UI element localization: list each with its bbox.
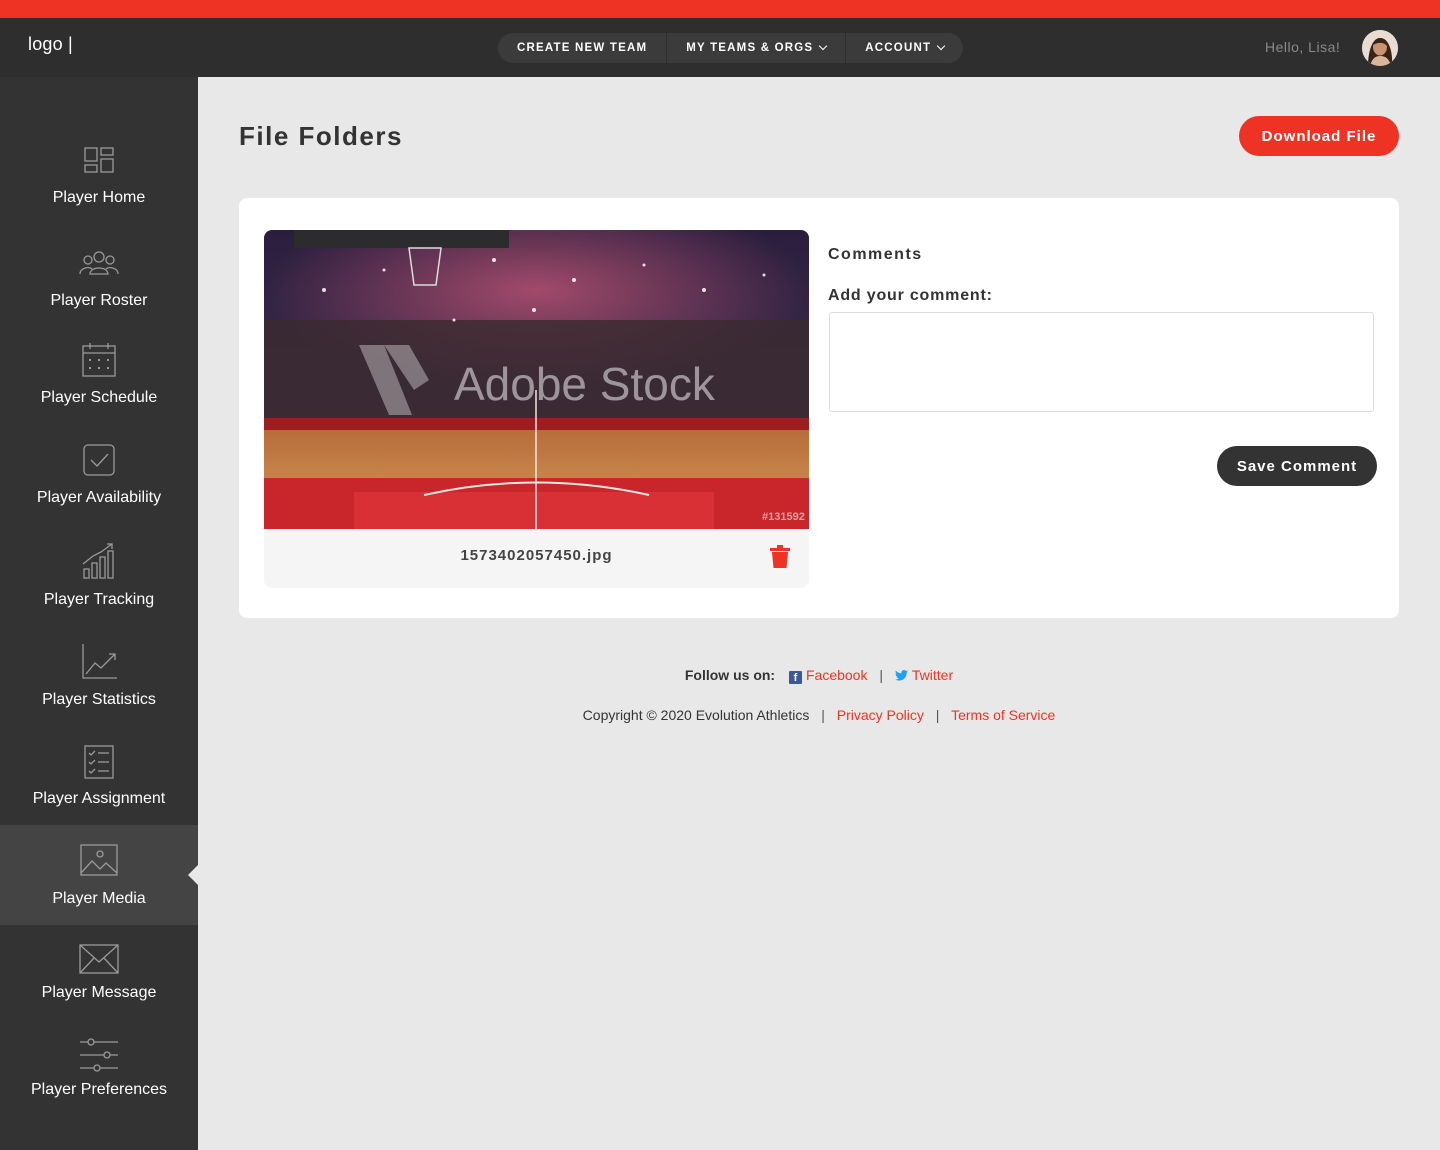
sidebar: Player Home Player Roster Player Schedul… [0, 77, 198, 1150]
top-navbar: logo | CREATE NEW TEAM MY TEAMS & ORGS A… [0, 18, 1440, 77]
checklist-icon [84, 745, 114, 779]
sidebar-item-label: Player Tracking [43, 591, 155, 608]
sidebar-item-label: Player Assignment [32, 790, 166, 807]
sidebar-item-label: Player Home [52, 189, 146, 206]
calendar-icon [82, 343, 116, 377]
image-icon [80, 844, 118, 876]
sidebar-item-player-availability[interactable]: Player Availability [0, 427, 198, 527]
dashboard-icon [84, 147, 114, 173]
sidebar-item-label: Player Media [52, 890, 146, 907]
nav-account[interactable]: ACCOUNT [845, 33, 963, 63]
copyright-text: Copyright © 2020 Evolution Athletics [582, 707, 810, 723]
sidebar-item-label: Player Preferences [30, 1081, 168, 1098]
nav-label: MY TEAMS & ORGS [686, 42, 814, 54]
sidebar-item-label: Player Schedule [40, 389, 158, 406]
chevron-down-icon [819, 41, 828, 51]
divider: | [935, 707, 940, 723]
nav-create-new-team[interactable]: CREATE NEW TEAM [498, 33, 666, 63]
sidebar-item-player-preferences[interactable]: Player Preferences [0, 1022, 198, 1122]
main-nav: CREATE NEW TEAM MY TEAMS & ORGS ACCOUNT [498, 33, 964, 63]
comments-title: Comments [828, 246, 923, 263]
add-comment-label: Add your comment: [828, 287, 993, 304]
sidebar-item-player-tracking[interactable]: Player Tracking [0, 529, 198, 629]
users-icon [79, 251, 119, 275]
bar-chart-icon [82, 543, 114, 579]
twitter-icon [894, 670, 908, 681]
watermark-text: Adobe Stock [454, 358, 716, 410]
comment-input[interactable] [829, 312, 1374, 412]
chevron-down-icon [936, 41, 946, 51]
sliders-icon [80, 1038, 118, 1072]
nav-my-teams-orgs[interactable]: MY TEAMS & ORGS [666, 33, 845, 63]
save-comment-button[interactable]: Save Comment [1217, 446, 1377, 486]
media-tile[interactable]: Adobe Stock #131592 1573402057450.jpg [264, 230, 809, 588]
user-greeting: Hello, Lisa! [1265, 39, 1341, 55]
sidebar-item-label: Player Message [41, 984, 157, 1001]
avatar[interactable] [1362, 30, 1398, 66]
twitter-link[interactable]: Twitter [912, 667, 953, 683]
follow-label: Follow us on: [684, 667, 776, 683]
media-thumbnail[interactable]: Adobe Stock #131592 [264, 230, 809, 529]
file-name: 1573402057450.jpg [460, 547, 613, 564]
social-links: Follow us on: f Facebook | Twitter [0, 667, 1440, 684]
sidebar-item-label: Player Roster [50, 292, 148, 309]
sidebar-item-player-message[interactable]: Player Message [0, 925, 198, 1025]
trash-icon[interactable] [769, 545, 791, 569]
active-indicator [188, 865, 198, 885]
divider: | [821, 707, 825, 723]
stock-id-text: #131592 [762, 511, 805, 523]
sidebar-item-player-schedule[interactable]: Player Schedule [0, 327, 198, 427]
nav-label: ACCOUNT [865, 42, 932, 54]
terms-of-service-link[interactable]: Terms of Service [951, 707, 1055, 723]
sidebar-item-label: Player Availability [36, 489, 162, 506]
facebook-link[interactable]: Facebook [806, 667, 867, 683]
facebook-icon: f [788, 671, 802, 684]
privacy-policy-link[interactable]: Privacy Policy [837, 707, 924, 723]
checkbox-icon [83, 444, 115, 476]
logo[interactable]: logo | [28, 34, 73, 55]
page-title: File Folders [239, 121, 403, 151]
envelope-icon [79, 944, 119, 974]
sidebar-item-player-home[interactable]: Player Home [0, 127, 198, 227]
sidebar-item-player-roster[interactable]: Player Roster [0, 230, 198, 330]
file-card: Adobe Stock #131592 1573402057450.jpg Co… [239, 198, 1399, 618]
sidebar-item-player-assignment[interactable]: Player Assignment [0, 728, 198, 828]
copyright-bar: Copyright © 2020 Evolution Athletics | P… [0, 707, 1440, 723]
divider: | [879, 667, 883, 683]
sidebar-item-player-media[interactable]: Player Media [0, 825, 198, 925]
top-accent-stripe [0, 0, 1440, 18]
nav-label: CREATE NEW TEAM [517, 42, 648, 54]
download-file-button[interactable]: Download File [1239, 116, 1399, 156]
